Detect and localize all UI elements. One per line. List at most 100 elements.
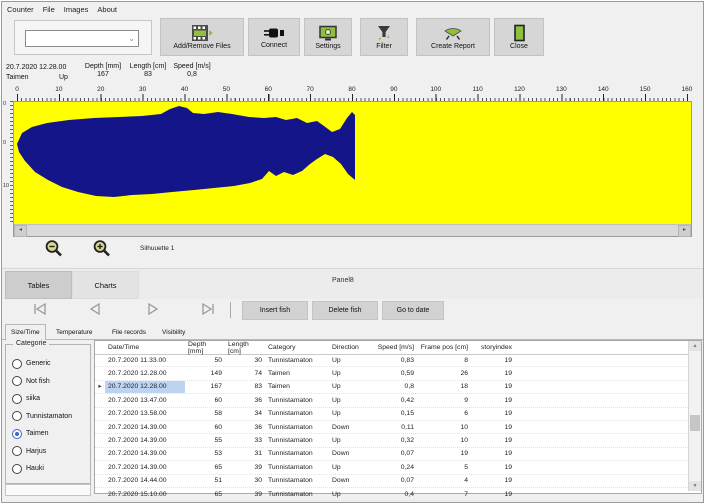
cell-depth[interactable]: 60: [185, 421, 225, 433]
header-date[interactable]: Date/Time: [105, 341, 185, 354]
cell-category[interactable]: Tunnistamaton: [265, 475, 329, 487]
cell-date[interactable]: 20.7.2020 14.39.00: [105, 448, 185, 460]
first-record-button[interactable]: [30, 302, 50, 318]
header-depth[interactable]: Depth [mm]: [185, 341, 225, 354]
cell-frame-pos[interactable]: 8: [417, 354, 471, 366]
cell-length[interactable]: 34: [225, 408, 265, 420]
table-row[interactable]: ▸ 20.7.2020 11.33.00 50 30 Tunnistamaton…: [95, 354, 688, 367]
tab-size-time[interactable]: Size/Time: [5, 324, 46, 341]
cell-frame-pos[interactable]: 10: [417, 421, 471, 433]
cell-frame-pos[interactable]: 6: [417, 408, 471, 420]
file-combobox[interactable]: ⌄: [25, 30, 139, 47]
cell-speed[interactable]: 0,83: [369, 354, 417, 366]
cell-speed[interactable]: 0,15: [369, 408, 417, 420]
cell-date[interactable]: 20.7.2020 14.39.00: [105, 421, 185, 433]
cell-storyindex[interactable]: 19: [471, 367, 515, 379]
cell-depth[interactable]: 167: [185, 381, 225, 393]
cell-category[interactable]: Taimen: [265, 381, 329, 393]
table-row[interactable]: ▸ 20.7.2020 14.39.00 53 31 Tunnistamaton…: [95, 448, 688, 461]
filter-button[interactable]: Filter: [360, 18, 408, 56]
cell-depth[interactable]: 51: [185, 475, 225, 487]
cell-storyindex[interactable]: 19: [471, 488, 515, 500]
radio-icon[interactable]: [12, 464, 22, 474]
category-radio-item[interactable]: Harjus: [12, 443, 88, 461]
insert-fish-button[interactable]: Insert fish: [242, 301, 308, 320]
connect-button[interactable]: Connect: [248, 18, 300, 56]
cell-storyindex[interactable]: 19: [471, 475, 515, 487]
cell-date[interactable]: 20.7.2020 13.47.00: [105, 394, 185, 406]
cell-frame-pos[interactable]: 26: [417, 367, 471, 379]
radio-icon[interactable]: [12, 429, 22, 439]
cell-depth[interactable]: 58: [185, 408, 225, 420]
header-length[interactable]: Length [cm]: [225, 341, 265, 354]
cell-category[interactable]: Tunnistamaton: [265, 421, 329, 433]
cell-date[interactable]: 20.7.2020 13.58.00: [105, 408, 185, 420]
cell-length[interactable]: 30: [225, 475, 265, 487]
category-radio-item[interactable]: siika: [12, 390, 88, 408]
cell-frame-pos[interactable]: 19: [417, 448, 471, 460]
cell-speed[interactable]: 0,8: [369, 381, 417, 393]
cell-length[interactable]: 33: [225, 434, 265, 446]
cell-storyindex[interactable]: 19: [471, 421, 515, 433]
cell-direction[interactable]: Up: [329, 408, 369, 420]
next-record-button[interactable]: [142, 302, 162, 318]
category-radio-item[interactable]: Tunnistamaton: [12, 408, 88, 426]
cell-frame-pos[interactable]: 5: [417, 461, 471, 473]
cell-category[interactable]: Tunnistamaton: [265, 408, 329, 420]
cell-direction[interactable]: Up: [329, 434, 369, 446]
header-storyindex[interactable]: storyindex: [471, 341, 515, 354]
cell-storyindex[interactable]: 19: [471, 381, 515, 393]
cell-category[interactable]: Tunnistamaton: [265, 354, 329, 366]
radio-icon[interactable]: [12, 359, 22, 369]
cell-depth[interactable]: 50: [185, 354, 225, 366]
cell-direction[interactable]: Up: [329, 354, 369, 366]
table-row[interactable]: ▸ 20.7.2020 14.39.00 55 33 Tunnistamaton…: [95, 434, 688, 447]
cell-length[interactable]: 83: [225, 381, 265, 393]
cell-length[interactable]: 74: [225, 367, 265, 379]
menu-item[interactable]: Counter: [5, 5, 41, 14]
create-report-button[interactable]: Create Report: [416, 18, 490, 56]
table-row[interactable]: ▸ 20.7.2020 14.39.00 60 36 Tunnistamaton…: [95, 421, 688, 434]
cell-speed[interactable]: 0,4: [369, 488, 417, 500]
cell-speed[interactable]: 0,07: [369, 475, 417, 487]
cell-date[interactable]: 20.7.2020 15.10.00: [105, 488, 185, 500]
settings-button[interactable]: Settings: [304, 18, 352, 56]
cell-frame-pos[interactable]: 10: [417, 434, 471, 446]
delete-fish-button[interactable]: Delete fish: [312, 301, 378, 320]
menu-item[interactable]: About: [95, 5, 124, 14]
category-radio-item[interactable]: Not fish: [12, 373, 88, 391]
cell-category[interactable]: Tunnistamaton: [265, 461, 329, 473]
cell-speed[interactable]: 0,07: [369, 448, 417, 460]
scroll-down-icon[interactable]: ▼: [689, 481, 701, 491]
go-to-date-button[interactable]: Go to date: [382, 301, 444, 320]
cell-date[interactable]: 20.7.2020 14.39.00: [105, 434, 185, 446]
table-row[interactable]: ▸ 20.7.2020 12.28.00 167 83 Taimen Up 0,…: [95, 381, 688, 394]
cell-date[interactable]: 20.7.2020 12.28.00: [105, 381, 185, 393]
cell-category[interactable]: Tunnistamaton: [265, 434, 329, 446]
cell-storyindex[interactable]: 19: [471, 448, 515, 460]
category-radio-item[interactable]: Hauki: [12, 460, 88, 478]
menu-item[interactable]: Images: [62, 5, 96, 14]
cell-date[interactable]: 20.7.2020 14.44.00: [105, 475, 185, 487]
cell-date[interactable]: 20.7.2020 11.33.00: [105, 354, 185, 366]
table-row[interactable]: ▸ 20.7.2020 13.47.00 60 36 Tunnistamaton…: [95, 394, 688, 407]
header-category[interactable]: Category: [265, 341, 329, 354]
cell-date[interactable]: 20.7.2020 14.39.00: [105, 461, 185, 473]
radio-icon[interactable]: [12, 394, 22, 404]
zoom-out-button[interactable]: [38, 238, 60, 258]
cell-category[interactable]: Taimen: [265, 367, 329, 379]
cell-frame-pos[interactable]: 4: [417, 475, 471, 487]
menu-item[interactable]: File: [41, 5, 62, 14]
cell-length[interactable]: 36: [225, 394, 265, 406]
tab-visibility[interactable]: Visibility: [157, 325, 190, 339]
cell-depth[interactable]: 149: [185, 367, 225, 379]
cell-speed[interactable]: 0,32: [369, 434, 417, 446]
cell-length[interactable]: 30: [225, 354, 265, 366]
last-record-button[interactable]: [198, 302, 218, 318]
category-radio-item[interactable]: Taimen: [12, 425, 88, 443]
cell-length[interactable]: 39: [225, 488, 265, 500]
cell-speed[interactable]: 0,11: [369, 421, 417, 433]
tab-temperature[interactable]: Temperature: [51, 325, 98, 339]
cell-direction[interactable]: Down: [329, 448, 369, 460]
table-row[interactable]: ▸ 20.7.2020 13.58.00 58 34 Tunnistamaton…: [95, 408, 688, 421]
